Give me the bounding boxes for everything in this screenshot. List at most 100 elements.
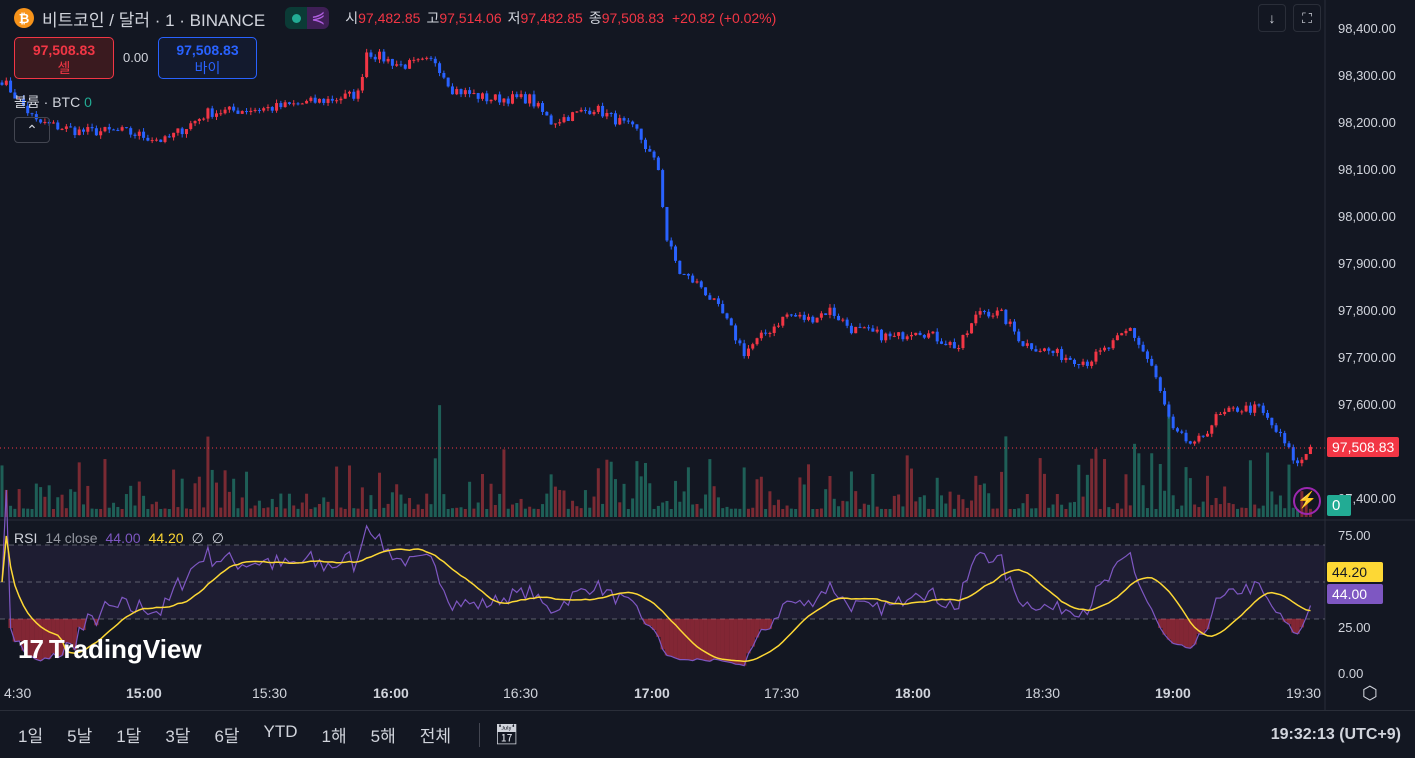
candle-body (940, 341, 944, 344)
candle-body (845, 319, 849, 326)
range-4[interactable]: 6달 (210, 718, 243, 751)
volume-bar (1270, 491, 1274, 517)
range-3[interactable]: 3달 (161, 718, 194, 751)
candle-body (142, 131, 146, 138)
range-2[interactable]: 1달 (112, 718, 145, 751)
goto-date-icon[interactable]: 📅︎ (494, 722, 519, 747)
candle-body (742, 343, 746, 357)
download-button[interactable]: ↓ (1258, 4, 1286, 32)
volume-bar (197, 476, 201, 517)
candle-body (1283, 433, 1287, 444)
candle-body (1124, 330, 1128, 334)
volume-bar (721, 508, 725, 517)
candle-body (506, 98, 510, 104)
volume-bar (1175, 508, 1179, 517)
fullscreen-button[interactable]: ⛶ (1293, 4, 1321, 32)
volume-bar (1055, 494, 1059, 517)
candle-body (356, 90, 360, 99)
volume-bar (30, 508, 34, 517)
volume-bar (871, 474, 875, 517)
candle-body (287, 102, 291, 104)
volume-bar (167, 508, 171, 517)
candle-body (1051, 350, 1055, 353)
range-6[interactable]: 1해 (318, 718, 351, 751)
time-tick: 17:30 (764, 685, 800, 701)
symbol-title[interactable]: 비트코인 / 달러 · 1 · BINANCE (42, 6, 265, 31)
clock[interactable]: 19:32:13 (UTC+9) (1271, 726, 1401, 744)
candle-body (862, 327, 866, 329)
candle-body (382, 51, 386, 62)
candle-body (1030, 343, 1034, 350)
volume-bar (236, 508, 240, 517)
buy-button[interactable]: 97,508.83 바이 (158, 37, 257, 79)
candle-body (245, 111, 249, 113)
candle-body (1042, 348, 1046, 351)
bottom-toolbar: 1일 5날 1달 3달 6달 YTD 1해 5해 전체 📅︎ 19:32:13 (UTC+9) (0, 710, 1415, 758)
volume-bar (1193, 504, 1197, 517)
lightning-alert-icon[interactable]: ⚡ (1293, 487, 1321, 515)
candle-body (1103, 347, 1107, 351)
volume-bar (1145, 508, 1149, 517)
volume-bar (927, 508, 931, 517)
candle-body (541, 103, 545, 112)
volume-bar (472, 508, 476, 517)
volume-bar (335, 466, 339, 517)
volume-bar (609, 461, 613, 517)
candle-body (519, 94, 523, 98)
status-pill[interactable]: ⋞ (285, 7, 330, 29)
volume-bar (1223, 486, 1227, 517)
candle-body (776, 325, 780, 327)
volume-bar (541, 504, 545, 517)
volume-bar (828, 476, 832, 517)
volume-bar (811, 508, 815, 517)
candle-body (905, 336, 909, 340)
volume-bar (476, 502, 480, 517)
volume-bar (1000, 471, 1004, 517)
candle-body (433, 58, 437, 64)
candle-body (828, 307, 832, 315)
volume-bar (759, 476, 763, 517)
volume-bar (103, 459, 107, 517)
collapse-legend-button[interactable]: ⌃ (14, 117, 50, 143)
range-5[interactable]: YTD (260, 718, 302, 751)
range-7[interactable]: 5해 (367, 718, 400, 751)
time-tick: 16:30 (503, 685, 539, 701)
price-tick: 97,800.00 (1338, 303, 1396, 318)
candle-body (77, 129, 81, 136)
volume-bar (987, 493, 991, 517)
candle-body (1304, 454, 1308, 460)
candle-body (275, 103, 279, 111)
volume-bar (961, 499, 965, 517)
sell-button[interactable]: 97,508.83 셀 (14, 37, 114, 79)
candle-body (648, 149, 652, 152)
candle-body (262, 108, 266, 111)
volume-bar (1274, 504, 1278, 517)
chart-canvas[interactable] (0, 0, 1415, 710)
volume-bar (1266, 452, 1270, 517)
candle-body (107, 127, 111, 130)
rsi-ma-tag: 44.20 (1327, 562, 1383, 582)
volume-bar (433, 458, 437, 517)
price-tick: 97,600.00 (1338, 397, 1396, 412)
volume-bar (648, 483, 652, 517)
volume-bar (9, 505, 13, 517)
range-0[interactable]: 1일 (14, 718, 47, 751)
volume-bar (283, 508, 287, 517)
rsi-tick: 0.00 (1338, 666, 1364, 681)
range-1[interactable]: 5날 (63, 718, 96, 751)
candle-body (686, 273, 690, 276)
candle-body (489, 99, 493, 102)
volume-bar (716, 497, 720, 517)
volume-bar (1133, 443, 1137, 517)
volume-bar (1214, 497, 1218, 517)
volume-bar (1051, 504, 1055, 517)
settings-hex-icon[interactable]: ⬡ (1362, 683, 1378, 704)
candle-body (995, 310, 999, 316)
range-8[interactable]: 전체 (416, 718, 455, 751)
volume-bar (137, 481, 141, 517)
candle-body (360, 77, 364, 91)
volume-bar (532, 508, 536, 517)
candle-body (386, 58, 390, 62)
time-tick: 18:30 (1025, 685, 1061, 701)
candle-body (1021, 341, 1025, 346)
